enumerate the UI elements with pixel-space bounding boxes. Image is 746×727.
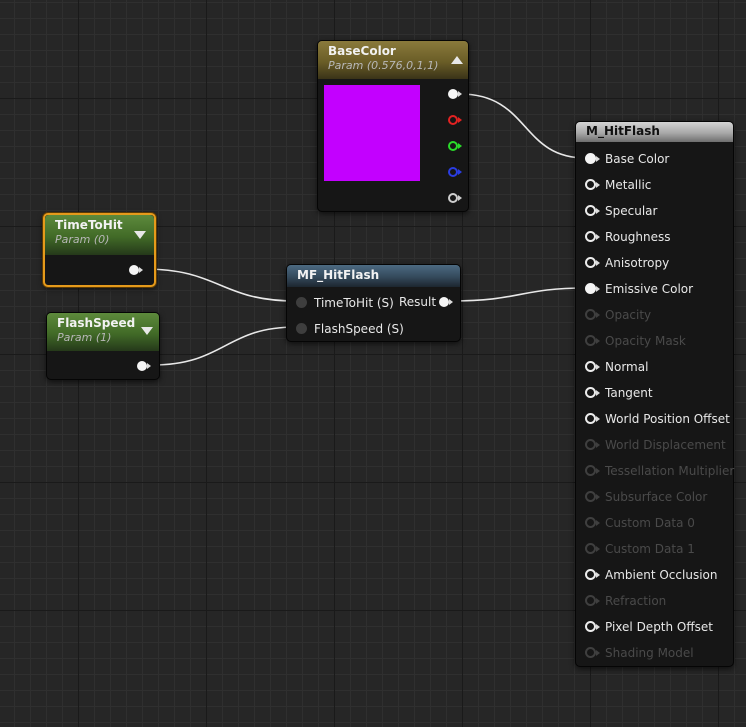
pin-label: Ambient Occlusion (605, 568, 718, 582)
pin-arrow-icon (596, 546, 600, 552)
node-subtitle: Param (0.576,0,1,1) (328, 59, 439, 72)
pin-label: Emissive Color (605, 282, 694, 296)
pin-label: Tangent (605, 386, 653, 400)
node-title: FlashSpeed (57, 316, 136, 330)
pin-label: FlashSpeed (S) (314, 322, 404, 336)
pin-label: TimeToHit (S) (314, 296, 394, 310)
node-title: BaseColor (328, 44, 396, 58)
flashspeed-node-header[interactable]: FlashSpeed Param (1) (47, 313, 159, 351)
pin-dot (585, 439, 596, 450)
pin-arrow-icon (596, 208, 600, 214)
mf-node-header[interactable]: MF_HitFlash (287, 265, 460, 287)
pin-arrow-icon (596, 598, 600, 604)
pin-arrow-icon (596, 286, 600, 292)
pin-dot (585, 491, 596, 502)
pin-dot (585, 205, 596, 216)
pin-arrow-icon (596, 312, 600, 318)
pin-dot (585, 465, 596, 476)
pin-arrow-icon (596, 260, 600, 266)
pin-dot (585, 257, 596, 268)
node-title: TimeToHit (55, 218, 123, 232)
basecolor-node-header[interactable]: BaseColor Param (0.576,0,1,1) (318, 41, 468, 79)
node-subtitle: Param (1) (57, 331, 112, 344)
pin-arrow-icon (596, 650, 600, 656)
collapse-arrow-icon[interactable] (134, 231, 146, 239)
pin-arrow-icon (596, 468, 600, 474)
mf-hitflash-node[interactable]: MF_HitFlash TimeToHit (S) FlashSpeed (S)… (286, 264, 461, 342)
pin-label: Tessellation Multiplier (605, 464, 735, 478)
pin-label: Anisotropy (605, 256, 670, 270)
node-title: M_HitFlash (586, 124, 660, 138)
pin-arrow-icon (596, 338, 600, 344)
wire-flashspeed-to-mf (151, 326, 297, 366)
pin-dot (585, 647, 596, 658)
pin-label: Opacity Mask (605, 334, 686, 348)
timetohit-node-header[interactable]: TimeToHit Param (0) (45, 215, 154, 255)
pin-dot (585, 231, 596, 242)
pin-arrow-icon (596, 442, 600, 448)
collapse-arrow-icon[interactable] (451, 56, 463, 64)
pin-label: Roughness (605, 230, 671, 244)
pin-label: Base Color (605, 152, 670, 166)
pin-arrow-icon (596, 156, 600, 162)
pin-label: World Position Offset (605, 412, 730, 426)
wire-timetohit-to-mf (143, 268, 297, 302)
wire-mf-result-to-emissive (451, 287, 587, 302)
collapse-arrow-icon[interactable] (141, 327, 153, 335)
pin-dot (585, 309, 596, 320)
pin-label: Custom Data 1 (605, 542, 695, 556)
pin-arrow-icon (596, 520, 600, 526)
pin-dot (585, 153, 596, 164)
pin-arrow-icon (596, 364, 600, 370)
pin-label: Opacity (605, 308, 652, 322)
pin-dot (585, 621, 596, 632)
color-swatch (324, 85, 420, 181)
pin-arrow-icon (596, 390, 600, 396)
pin-label: Custom Data 0 (605, 516, 695, 530)
pin-dot (585, 517, 596, 528)
pin-label: World Displacement (605, 438, 726, 452)
pin-dot (585, 361, 596, 372)
material-output-node[interactable]: M_HitFlash Base Color Metallic Specular Rou… (575, 121, 734, 667)
pin-dot (585, 387, 596, 398)
material-node-header[interactable]: M_HitFlash (576, 122, 733, 142)
pin-arrow-icon (596, 494, 600, 500)
output-label-result: Result (399, 295, 437, 309)
pin-arrow-icon (596, 234, 600, 240)
timetohit-node[interactable]: TimeToHit Param (0) (43, 213, 156, 287)
flashspeed-node[interactable]: FlashSpeed Param (1) (46, 312, 160, 380)
pin-dot (585, 569, 596, 580)
wire-basecolor-to-base-color (459, 93, 587, 159)
pin-label: Normal (605, 360, 649, 374)
pin-arrow-icon (596, 416, 600, 422)
pin-dot (585, 283, 596, 294)
pin-dot (585, 413, 596, 424)
pin-label: Subsurface Color (605, 490, 708, 504)
pin-arrow-icon (596, 624, 600, 630)
pin-label: Pixel Depth Offset (605, 620, 713, 634)
node-title: MF_HitFlash (297, 268, 380, 282)
pin-dot (585, 335, 596, 346)
pin-label: Refraction (605, 594, 667, 608)
node-subtitle: Param (0) (55, 233, 110, 246)
pin-label: Shading Model (605, 646, 694, 660)
pin-dot (585, 179, 596, 190)
pin-arrow-icon (596, 182, 600, 188)
pin-label: Metallic (605, 178, 652, 192)
pin-label: Specular (605, 204, 658, 218)
basecolor-node[interactable]: BaseColor Param (0.576,0,1,1) (317, 40, 469, 212)
pin-dot (585, 595, 596, 606)
pin-arrow-icon (596, 572, 600, 578)
pin-dot (585, 543, 596, 554)
